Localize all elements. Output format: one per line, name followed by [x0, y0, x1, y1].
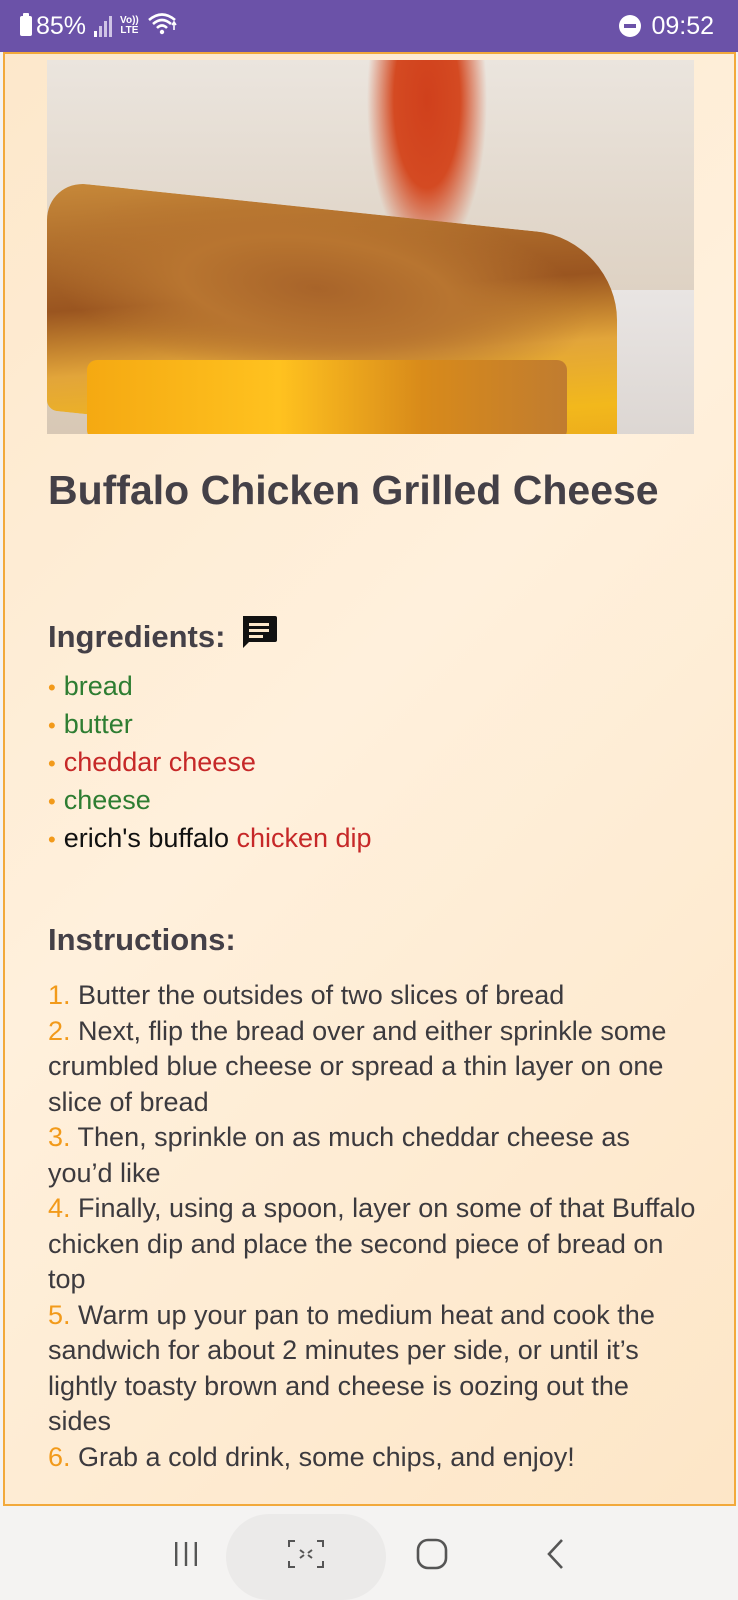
step-text: Then, sprinkle on as much cheddar cheese…	[48, 1122, 630, 1188]
wifi-icon	[147, 11, 177, 42]
home-icon[interactable]	[402, 1526, 462, 1582]
navigation-bar	[0, 1506, 738, 1600]
step-number: 2.	[48, 1015, 71, 1046]
step-number: 5.	[48, 1299, 71, 1330]
bullet-icon: •	[48, 789, 56, 814]
ingredient-text: erich's buffalo chicken dip	[64, 820, 372, 856]
step-text: Warm up your pan to medium heat and cook…	[48, 1299, 655, 1437]
recipe-detail-view[interactable]: Buffalo Chicken Grilled Cheese Ingredien…	[3, 52, 736, 1506]
instructions-list: 1. Butter the outsides of two slices of …	[48, 978, 698, 1475]
bullet-icon: •	[48, 751, 56, 776]
bullet-icon: •	[48, 675, 56, 700]
status-bar: 85% Vo)) LTE 09:52	[0, 0, 738, 52]
ingredient-link[interactable]: butter	[64, 709, 133, 739]
step-text: Next, flip the bread over and either spr…	[48, 1015, 667, 1117]
ingredient-list: • bread • butter • cheddar cheese • cheese • eric…	[48, 668, 372, 858]
volte-icon: Vo)) LTE	[120, 15, 139, 36]
comment-icon[interactable]	[239, 614, 279, 660]
status-left: 85% Vo)) LTE	[20, 12, 177, 40]
back-icon[interactable]	[526, 1526, 586, 1582]
step-text: Finally, using a spoon, layer on some of…	[48, 1193, 696, 1294]
instruction-step: 4. Finally, using a spoon, layer on some…	[48, 1191, 698, 1298]
screen-capture-icon[interactable]	[276, 1526, 336, 1582]
step-number: 4.	[48, 1193, 71, 1223]
ingredient-item: • erich's buffalo chicken dip	[48, 820, 372, 858]
ingredient-link[interactable]: cheddar cheese	[64, 747, 256, 777]
ingredient-text: butter	[64, 706, 133, 742]
ingredient-item: • cheddar cheese	[48, 744, 372, 782]
ingredients-heading-label: Ingredients:	[48, 619, 226, 654]
clock: 09:52	[651, 11, 714, 40]
step-text: Butter the outsides of two slices of bre…	[70, 980, 565, 1010]
status-right: 09:52	[619, 12, 714, 40]
ingredient-text: cheddar cheese	[64, 744, 256, 780]
recents-icon[interactable]	[156, 1526, 216, 1582]
step-number: 1.	[48, 980, 71, 1010]
instruction-step: 1. Butter the outsides of two slices of …	[48, 978, 698, 1014]
step-number: 3.	[48, 1122, 71, 1152]
ingredient-item: • butter	[48, 706, 372, 744]
ingredient-link[interactable]: bread	[64, 671, 133, 701]
instruction-step: 3. Then, sprinkle on as much cheddar che…	[48, 1120, 698, 1191]
recipe-image	[47, 60, 694, 434]
instructions-heading: Instructions:	[48, 922, 236, 958]
instructions-heading-label: Instructions:	[48, 922, 236, 957]
signal-icon	[94, 15, 113, 37]
instruction-step: 2. Next, flip the bread over and either …	[48, 1014, 698, 1121]
battery-percent: 85%	[36, 11, 87, 40]
recipe-title: Buffalo Chicken Grilled Cheese	[48, 467, 659, 513]
ingredient-item: • cheese	[48, 782, 372, 820]
ingredient-text: cheese	[64, 782, 151, 818]
step-text: Grab a cold drink, some chips, and enjoy…	[70, 1441, 575, 1472]
battery-icon	[20, 13, 32, 36]
ingredient-link[interactable]: cheese	[64, 785, 151, 815]
ingredient-label: erich's buffalo	[63, 823, 237, 853]
instruction-step: 6. Grab a cold drink, some chips, and en…	[48, 1440, 698, 1476]
ingredient-link[interactable]: chicken dip	[236, 823, 371, 853]
bullet-icon: •	[48, 827, 56, 852]
instruction-step: 5. Warm up your pan to medium heat and c…	[48, 1298, 698, 1440]
ingredients-heading: Ingredients:	[48, 614, 279, 660]
ingredient-text: bread	[64, 668, 133, 704]
cheese-shape	[87, 360, 567, 434]
ingredient-item: • bread	[48, 668, 372, 706]
bullet-icon: •	[48, 713, 56, 738]
step-number: 6.	[48, 1441, 71, 1472]
do-not-disturb-icon	[619, 15, 642, 37]
